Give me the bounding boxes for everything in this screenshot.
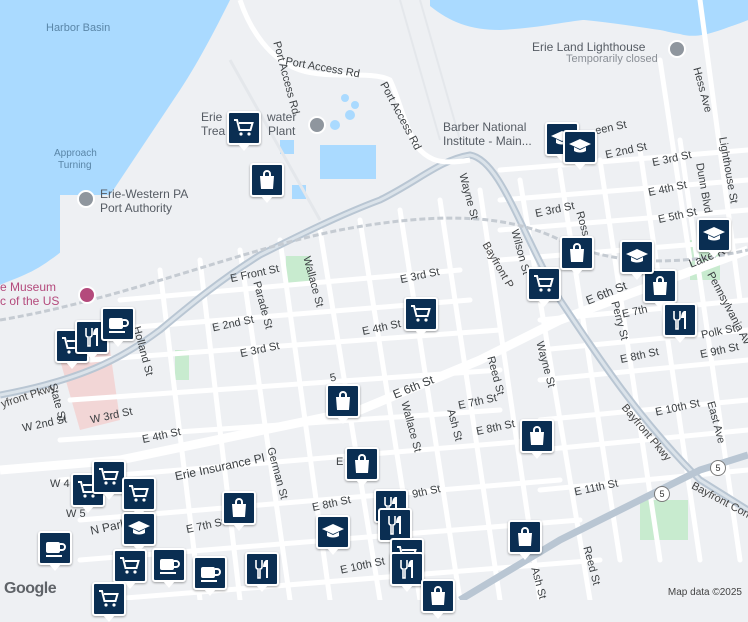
bag-icon [653,276,667,295]
shopping-pin[interactable] [520,419,554,459]
cafe-pin[interactable] [193,556,227,596]
cafe-pin[interactable] [101,307,135,347]
grocery-pin[interactable] [113,549,147,589]
school-pin[interactable] [316,515,350,555]
museum-icon[interactable] [78,286,96,304]
shopping-pin[interactable] [508,520,542,560]
google-logo: Google [4,580,57,597]
grocery-pin[interactable] [404,297,438,337]
shopping-pin[interactable] [326,384,360,424]
grocery-pin[interactable] [227,111,261,151]
shopping-pin[interactable] [560,236,594,276]
restaurant-pin[interactable] [390,552,424,592]
school-pin[interactable] [620,240,654,280]
lighthouse-icon[interactable] [668,40,686,58]
restaurant-icon [673,311,686,330]
bag-icon [431,586,445,605]
restaurant-icon [400,560,413,579]
grocery-pin[interactable] [92,582,126,622]
cart-icon [534,275,554,292]
water-plant-icon[interactable] [308,116,326,134]
school-icon [626,249,648,263]
cart-icon [99,590,119,607]
school-icon [703,227,725,241]
school-icon [322,524,344,538]
cart-icon [99,468,119,485]
bag-icon [530,426,544,445]
route-5-shield-a: 5 [654,486,670,502]
coffee-icon [201,567,221,582]
bag-icon [355,454,369,473]
restaurant-pin[interactable] [245,552,279,592]
bag-icon [232,498,246,517]
coffee-icon [46,542,66,557]
school-icon [569,139,591,153]
bag-icon [518,527,532,546]
bag-icon [570,243,584,262]
cart-icon [234,119,254,136]
restaurant-icon [255,560,268,579]
route-5-shield-b: 5 [710,460,726,476]
shopping-pin[interactable] [222,491,256,531]
cart-icon [120,557,140,574]
school-pin[interactable] [563,130,597,170]
grocery-pin[interactable] [92,460,126,500]
school-pin[interactable] [122,512,156,552]
bag-icon [260,170,274,189]
grocery-pin[interactable] [122,477,156,517]
shopping-pin[interactable] [643,269,677,309]
restaurant-pin[interactable] [663,303,697,343]
bag-icon [336,391,350,410]
school-pin[interactable] [697,218,731,258]
cafe-pin[interactable] [152,548,186,588]
grocery-pin[interactable] [527,267,561,307]
restaurant-pin[interactable] [378,508,412,548]
restaurant-icon [388,516,401,535]
map-attribution: Map data ©2025 [667,587,742,598]
shopping-pin[interactable] [421,579,455,619]
cart-icon [129,485,149,502]
school-icon [128,521,150,535]
shopping-pin[interactable] [345,447,379,487]
cafe-pin[interactable] [38,531,72,571]
building-icon[interactable] [77,190,95,208]
coffee-icon [160,559,180,574]
cart-icon [411,305,431,322]
coffee-icon [109,318,129,333]
shopping-pin[interactable] [250,163,284,203]
